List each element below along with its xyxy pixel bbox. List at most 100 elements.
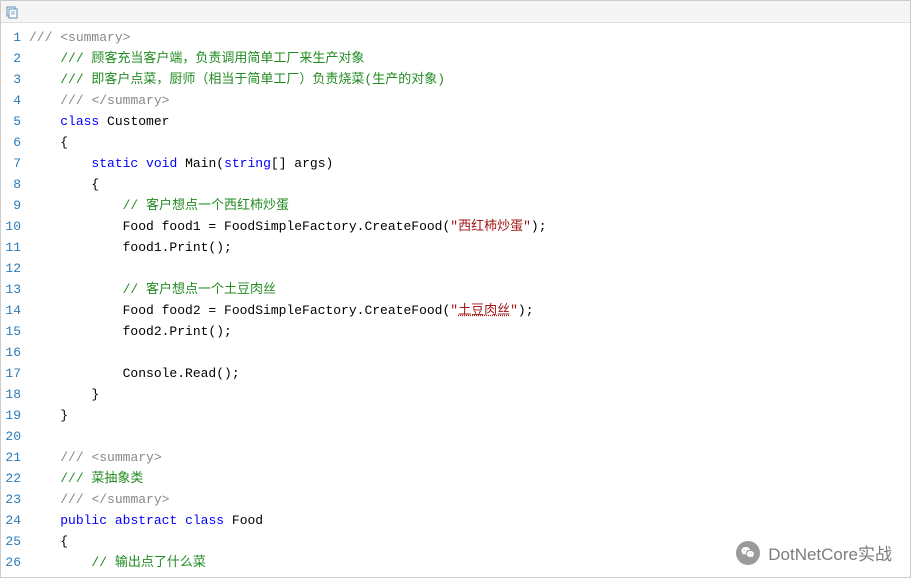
code-token: // 客户想点一个土豆肉丝 <box>123 282 276 297</box>
code-line: static void Main(string[] args) <box>29 153 910 174</box>
line-number-gutter: 1234567891011121314151617181920212223242… <box>1 23 29 577</box>
code-token: // 客户想点一个西红柿炒蛋 <box>123 198 289 213</box>
code-token <box>29 471 60 486</box>
line-number: 25 <box>5 531 21 552</box>
copy-icon[interactable] <box>5 5 19 19</box>
code-token: 土豆肉丝 <box>458 303 510 318</box>
code-token: /// <box>60 450 91 465</box>
line-number: 22 <box>5 468 21 489</box>
code-token <box>29 72 60 87</box>
line-number: 1 <box>5 27 21 48</box>
code-token <box>29 513 60 528</box>
line-number: 23 <box>5 489 21 510</box>
line-number: 9 <box>5 195 21 216</box>
code-token: Food food2 = FoodSimpleFactory.CreateFoo… <box>29 303 450 318</box>
code-token: </summary> <box>91 492 169 507</box>
code-token: Main( <box>177 156 224 171</box>
code-token: " <box>510 303 518 318</box>
code-token <box>29 450 60 465</box>
code-line: { <box>29 132 910 153</box>
code-token: { <box>29 135 68 150</box>
code-token: abstract <box>115 513 177 528</box>
code-line: /// <summary> <box>29 27 910 48</box>
code-token: " <box>523 219 531 234</box>
code-line: /// 顾客充当客户端，负责调用简单工厂来生产对象 <box>29 48 910 69</box>
code-token: public <box>60 513 107 528</box>
code-token: Food <box>224 513 263 528</box>
code-token: void <box>146 156 177 171</box>
line-number: 16 <box>5 342 21 363</box>
code-line: // 客户想点一个西红柿炒蛋 <box>29 195 910 216</box>
code-token: Customer <box>99 114 169 129</box>
code-token: <summary> <box>91 450 161 465</box>
code-token: [] args) <box>271 156 333 171</box>
code-line: Food food2 = FoodSimpleFactory.CreateFoo… <box>29 300 910 321</box>
watermark: DotNetCore实战 <box>736 540 892 565</box>
code-line: Food food1 = FoodSimpleFactory.CreateFoo… <box>29 216 910 237</box>
code-token <box>29 555 91 570</box>
code-token: food2.Print(); <box>29 324 232 339</box>
line-number: 18 <box>5 384 21 405</box>
line-number: 10 <box>5 216 21 237</box>
code-token: static <box>91 156 138 171</box>
code-block: 1234567891011121314151617181920212223242… <box>0 0 911 578</box>
code-token: <summary> <box>60 30 130 45</box>
code-token <box>177 513 185 528</box>
code-token <box>29 492 60 507</box>
code-toolbar <box>1 1 910 23</box>
code-line: /// <summary> <box>29 447 910 468</box>
line-number: 5 <box>5 111 21 132</box>
code-token: { <box>29 534 68 549</box>
line-number: 26 <box>5 552 21 573</box>
code-token: /// 菜抽象类 <box>60 471 143 486</box>
line-number: 6 <box>5 132 21 153</box>
line-number: 8 <box>5 174 21 195</box>
line-number: 2 <box>5 48 21 69</box>
code-token: /// <box>60 93 91 108</box>
code-token: string <box>224 156 271 171</box>
code-line: class Customer <box>29 111 910 132</box>
code-token <box>29 93 60 108</box>
line-number: 19 <box>5 405 21 426</box>
code-token: class <box>185 513 224 528</box>
code-line: food1.Print(); <box>29 237 910 258</box>
code-token <box>29 51 60 66</box>
code-token: ); <box>531 219 547 234</box>
line-number: 11 <box>5 237 21 258</box>
code-token <box>29 282 123 297</box>
code-token: /// 顾客充当客户端，负责调用简单工厂来生产对象 <box>60 51 364 66</box>
code-line: /// 即客户点菜，厨师（相当于简单工厂）负责烧菜(生产的对象) <box>29 69 910 90</box>
code-token <box>29 156 91 171</box>
code-line: } <box>29 405 910 426</box>
code-token: food1.Print(); <box>29 240 232 255</box>
wechat-icon <box>736 541 760 565</box>
code-token: " <box>450 219 458 234</box>
code-line: /// </summary> <box>29 90 910 111</box>
line-number: 15 <box>5 321 21 342</box>
line-number: 17 <box>5 363 21 384</box>
code-token: /// <box>29 30 60 45</box>
code-line: { <box>29 174 910 195</box>
code-line <box>29 342 910 363</box>
code-token <box>107 513 115 528</box>
line-number: 21 <box>5 447 21 468</box>
code-line: } <box>29 384 910 405</box>
code-line: public abstract class Food <box>29 510 910 531</box>
code-token: class <box>60 114 99 129</box>
code-lines: /// <summary> /// 顾客充当客户端，负责调用简单工厂来生产对象 … <box>29 23 910 577</box>
line-number: 4 <box>5 90 21 111</box>
code-token: </summary> <box>91 93 169 108</box>
line-number: 20 <box>5 426 21 447</box>
code-token <box>138 156 146 171</box>
line-number: 12 <box>5 258 21 279</box>
code-token: } <box>29 408 68 423</box>
code-line: // 客户想点一个土豆肉丝 <box>29 279 910 300</box>
line-number: 7 <box>5 153 21 174</box>
code-token <box>29 114 60 129</box>
code-line <box>29 258 910 279</box>
watermark-text: DotNetCore实战 <box>768 540 892 565</box>
code-token: 西红柿炒蛋 <box>458 219 523 234</box>
code-token: /// 即客户点菜，厨师（相当于简单工厂）负责烧菜(生产的对象) <box>60 72 445 87</box>
code-line <box>29 426 910 447</box>
line-number: 13 <box>5 279 21 300</box>
